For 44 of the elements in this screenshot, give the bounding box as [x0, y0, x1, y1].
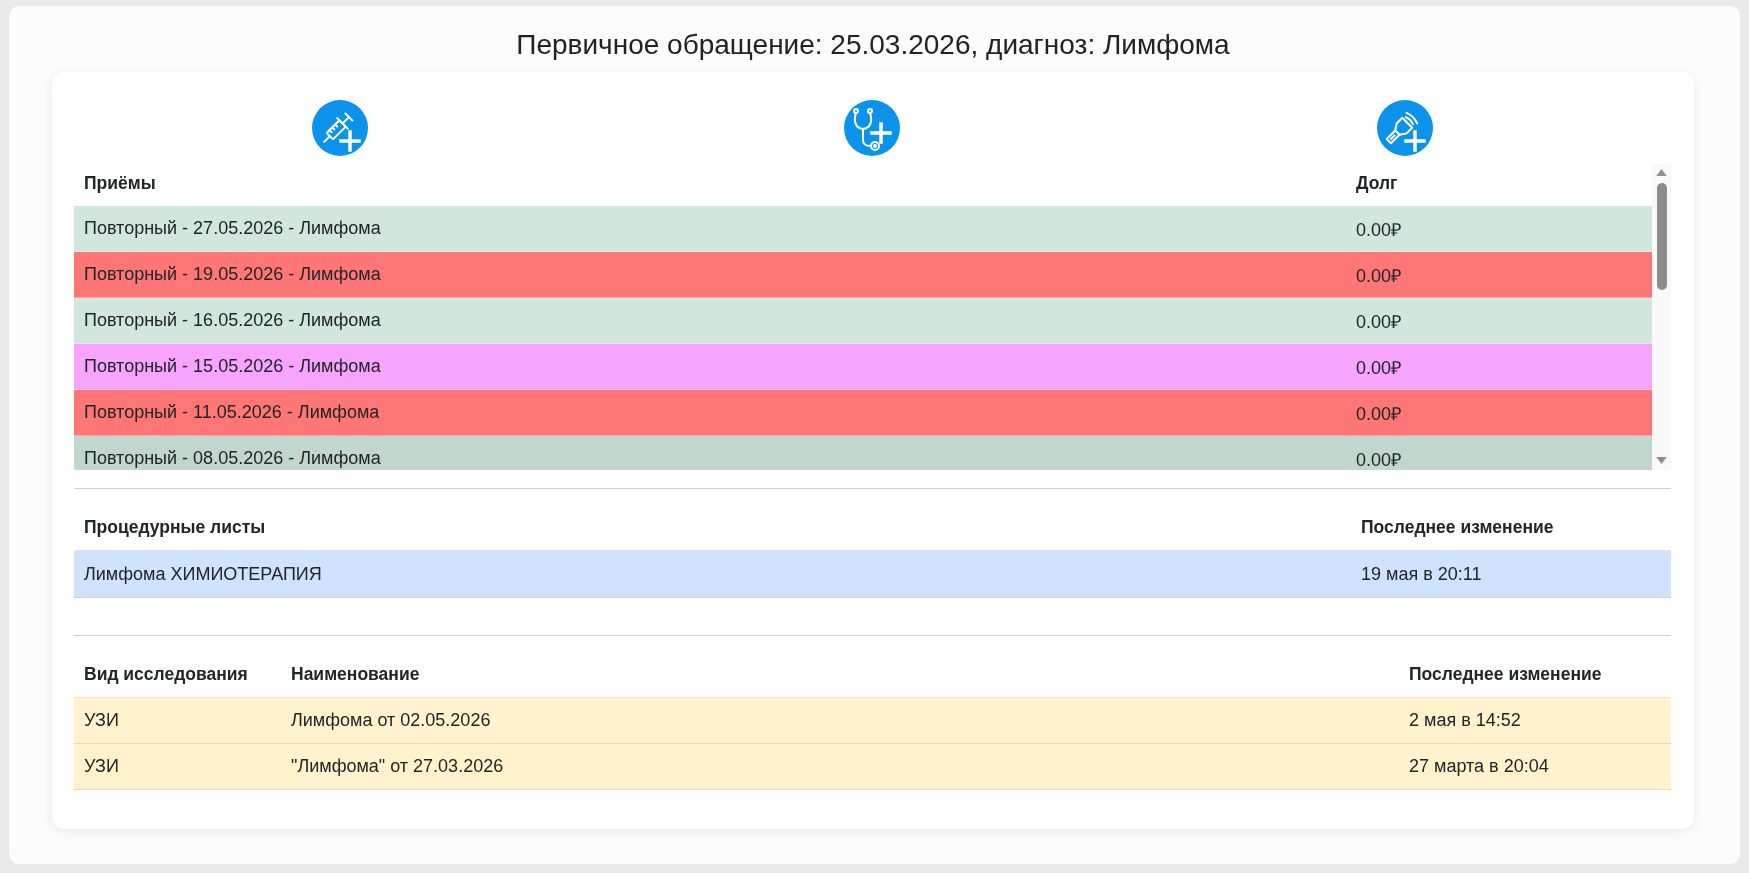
page-title: Первичное обращение: 25.03.2026, диагноз: Лимфома — [515, 29, 1231, 61]
table-cell-text: "Лимфома" от 27.03.2026 — [290, 756, 505, 777]
table-cell-text: 19 мая в 20:11 — [1360, 563, 1483, 585]
table-row[interactable]: Повторный - 15.05.2026 - Лимфома 0.00₽ — [74, 344, 1652, 390]
table-cell-text: 0.00₽ — [1355, 448, 1403, 470]
probe-plus-icon[interactable] — [1376, 100, 1433, 156]
scrollbar-track[interactable] — [1652, 164, 1671, 470]
scroll-up-icon[interactable] — [1656, 169, 1667, 176]
table-cell-text: 0.00₽ — [1355, 402, 1403, 425]
scrollbar-thumb[interactable] — [1656, 183, 1667, 290]
scroll-down-icon[interactable] — [1656, 457, 1667, 464]
table-row[interactable]: Повторный - 16.05.2026 - Лимфома 0.00₽ — [74, 298, 1652, 344]
table-cell-text: Повторный - 11.05.2026 - Лимфома — [83, 402, 381, 423]
table-row[interactable]: Повторный - 08.05.2026 - Лимфома 0.00₽ — [74, 436, 1652, 470]
table-cell-text: Повторный - 16.05.2026 - Лимфома — [83, 310, 382, 331]
table-cell-text: УЗИ — [83, 756, 120, 777]
table-cell-text: Лимфома от 02.05.2026 — [290, 710, 492, 731]
stethoscope-plus-icon[interactable] — [844, 100, 901, 156]
column-header: Последнее изменение — [1360, 516, 1555, 538]
table-row[interactable]: Лимфома ХИМИОТЕРАПИЯ 19 мая в 20:11 — [74, 551, 1671, 598]
table-cell-text: Повторный - 27.05.2026 - Лимфома — [83, 218, 382, 239]
table-row[interactable]: Повторный - 11.05.2026 - Лимфома 0.00₽ — [74, 390, 1652, 436]
table-cell-text: 0.00₽ — [1355, 218, 1403, 241]
table-cell-text: Повторный - 19.05.2026 - Лимфома — [83, 264, 382, 285]
table-cell-text: Лимфома ХИМИОТЕРАПИЯ — [83, 563, 323, 585]
table-row[interactable]: УЗИ "Лимфома" от 27.03.2026 27 марта в 20:04 — [74, 744, 1671, 790]
table-cell-text: 0.00₽ — [1355, 310, 1403, 333]
table-cell-text: 27 марта в 20:04 — [1408, 756, 1550, 777]
table-cell-text: 2 мая в 14:52 — [1408, 710, 1522, 731]
column-header: Наименование — [290, 663, 421, 685]
column-header: Процедурные листы — [83, 516, 267, 538]
table-row[interactable]: Повторный - 19.05.2026 - Лимфома 0.00₽ — [74, 252, 1652, 298]
column-header: Вид исследования — [83, 663, 249, 685]
column-header: Приёмы — [83, 172, 157, 194]
table-row[interactable]: УЗИ Лимфома от 02.05.2026 2 мая в 14:52 — [74, 698, 1671, 744]
table-row[interactable]: Повторный - 27.05.2026 - Лимфома 0.00₽ — [74, 206, 1652, 252]
table-cell-text: Повторный - 08.05.2026 - Лимфома — [83, 448, 382, 469]
table-cell-text: 0.00₽ — [1355, 264, 1403, 287]
column-header: Долг — [1355, 172, 1399, 194]
table-cell-text: Повторный - 15.05.2026 - Лимфома — [83, 356, 382, 377]
table-cell-text: УЗИ — [83, 710, 120, 731]
syringe-plus-icon[interactable] — [312, 100, 369, 156]
table-cell-text: 0.00₽ — [1355, 356, 1403, 379]
column-header: Последнее изменение — [1408, 663, 1603, 685]
